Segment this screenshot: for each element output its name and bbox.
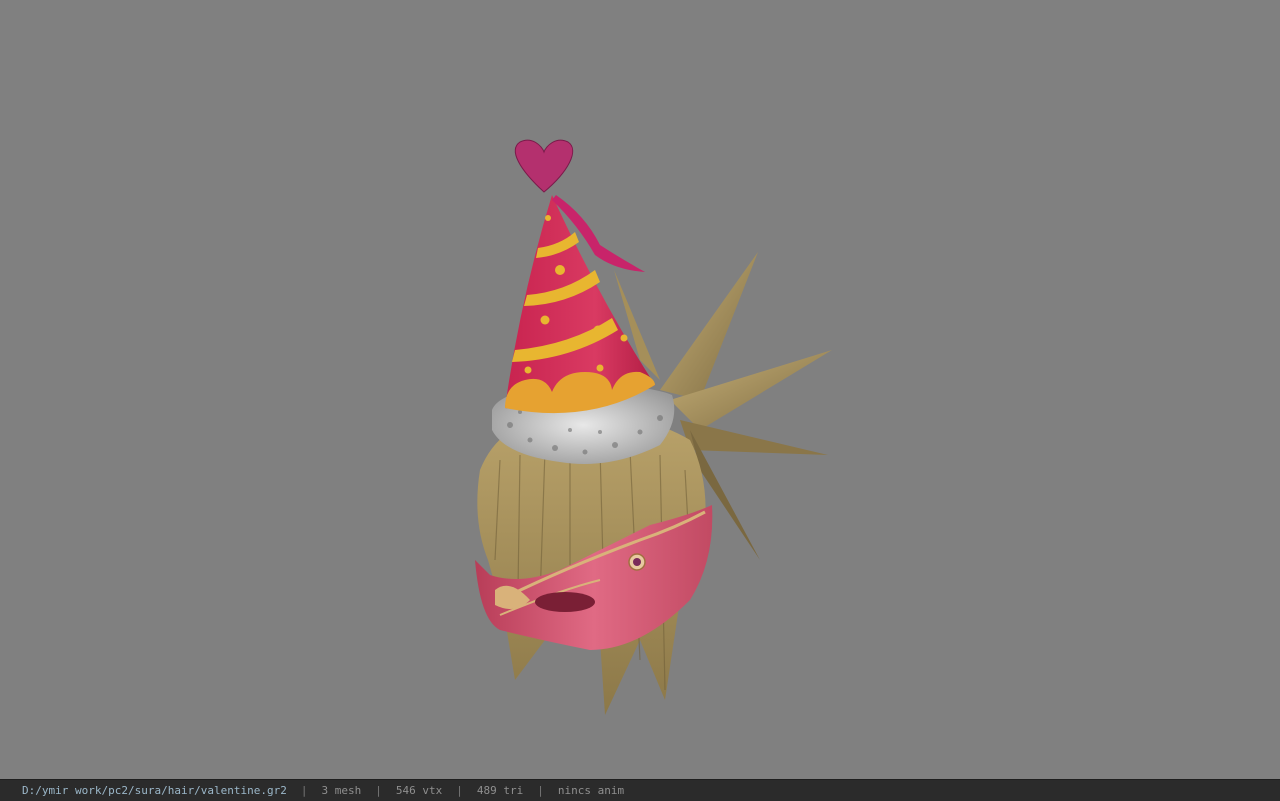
mesh-count: 3 mesh: [321, 784, 362, 797]
separator: |: [456, 784, 463, 797]
status-bar: D:/ymir work/pc2/sura/hair/valentine.gr2…: [0, 779, 1280, 801]
model-render[interactable]: [0, 0, 1280, 779]
separator: |: [375, 784, 382, 797]
file-path: D:/ymir work/pc2/sura/hair/valentine.gr2: [22, 784, 287, 797]
3d-viewport[interactable]: [0, 0, 1280, 779]
heart-icon: [514, 139, 574, 193]
separator: |: [537, 784, 544, 797]
separator: |: [300, 784, 308, 797]
vertex-count: 546 vtx: [395, 784, 443, 797]
triangle-count: 489 tri: [476, 784, 524, 797]
animation-status: nincs anim: [557, 784, 625, 797]
